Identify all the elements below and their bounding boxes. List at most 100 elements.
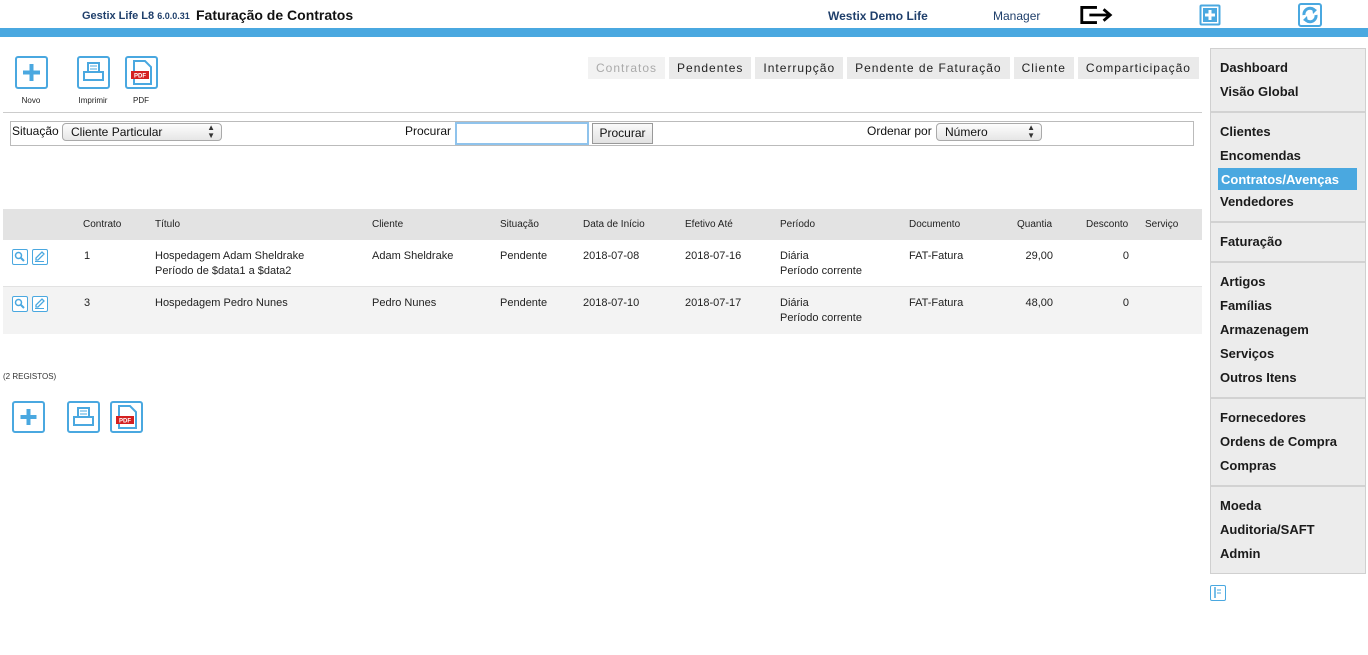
- sidebar-item-clientes[interactable]: Clientes: [1211, 120, 1365, 144]
- col-efetivo-ate[interactable]: Efetivo Até: [685, 219, 733, 230]
- plus-icon: [12, 401, 45, 433]
- col-quantia[interactable]: Quantia: [1017, 219, 1052, 230]
- add-icon[interactable]: [1192, 3, 1228, 27]
- cell-periodo-sub: Período corrente: [780, 312, 862, 324]
- cell-situacao: Pendente: [500, 250, 548, 262]
- print-button[interactable]: Imprimir: [76, 56, 110, 105]
- search-button[interactable]: Procurar: [592, 123, 653, 144]
- tab-cliente[interactable]: Cliente: [1013, 57, 1074, 79]
- cell-data-inicio: 2018-07-08: [583, 250, 640, 262]
- sidebar-item-compras[interactable]: Compras: [1211, 454, 1365, 478]
- sidebar-item-contratos-avencas[interactable]: Contratos/Avenças: [1218, 168, 1357, 190]
- col-contrato[interactable]: Contrato: [83, 219, 121, 230]
- tab-contratos[interactable]: Contratos: [588, 57, 666, 79]
- sidebar-item-encomendas[interactable]: Encomendas: [1211, 144, 1365, 168]
- sidebar-group: Fornecedores Ordens de Compra Compras: [1211, 399, 1365, 487]
- search-input[interactable]: [455, 122, 589, 145]
- tab-pendentes[interactable]: Pendentes: [669, 57, 752, 79]
- company-name: Westix Demo Life: [828, 9, 928, 23]
- sidebar-item-visao-global[interactable]: Visão Global: [1211, 80, 1365, 104]
- cell-titulo-sub: Período de $data1 a $data2: [155, 265, 292, 277]
- edit-icon[interactable]: [32, 249, 48, 265]
- cell-periodo: Diária: [780, 250, 809, 262]
- sidebar-item-ordens-compra[interactable]: Ordens de Compra: [1211, 430, 1365, 454]
- app-version: 6.0.0.31: [157, 11, 190, 21]
- col-servico[interactable]: Serviço: [1145, 219, 1178, 230]
- top-header: Gestix Life L8 6.0.0.31 Faturação de Con…: [0, 0, 1368, 28]
- divider: [3, 112, 1202, 113]
- app-name: Gestix Life L8 6.0.0.31: [82, 10, 190, 22]
- sidebar-item-moeda[interactable]: Moeda: [1211, 494, 1365, 518]
- cell-titulo: Hospedagem Adam Sheldrake: [155, 250, 305, 262]
- select-arrows-icon: ▲ ▼: [207, 123, 215, 140]
- sidebar-item-faturacao[interactable]: Faturação: [1211, 230, 1365, 254]
- col-situacao[interactable]: Situação: [500, 219, 539, 230]
- tab-pendente-faturacao[interactable]: Pendente de Faturação: [847, 57, 1010, 79]
- sidebar-group: Artigos Famílias Armazenagem Serviços Ou…: [1211, 263, 1365, 399]
- sidebar-item-fornecedores[interactable]: Fornecedores: [1211, 406, 1365, 430]
- pdf-button-bottom[interactable]: PDF: [110, 401, 143, 438]
- contracts-table: Contrato Título Cliente Situação Data de…: [3, 209, 1202, 334]
- tab-bar: Contratos Pendentes Interrupção Pendente…: [588, 57, 1199, 79]
- col-periodo[interactable]: Período: [780, 219, 815, 230]
- sidebar-group: Dashboard Visão Global: [1211, 49, 1365, 113]
- header-accent-bar: [0, 28, 1368, 37]
- sidebar-toggle-icon[interactable]: [1210, 585, 1226, 601]
- col-data-inicio[interactable]: Data de Início: [583, 219, 645, 230]
- tab-interrupcao[interactable]: Interrupção: [755, 57, 844, 79]
- cell-documento: FAT-Fatura: [909, 297, 964, 309]
- edit-icon[interactable]: [32, 296, 48, 312]
- table-header: Contrato Título Cliente Situação Data de…: [3, 209, 1202, 240]
- cell-periodo: Diária: [780, 297, 809, 309]
- logout-icon[interactable]: [1078, 3, 1114, 27]
- col-desconto[interactable]: Desconto: [1086, 219, 1128, 230]
- new-button-bottom[interactable]: [12, 401, 45, 438]
- cell-desconto: 0: [1122, 250, 1129, 262]
- cell-documento: FAT-Fatura: [909, 250, 964, 262]
- sidebar-item-dashboard[interactable]: Dashboard: [1211, 56, 1365, 80]
- plus-icon: [14, 56, 48, 89]
- new-button[interactable]: Novo: [14, 56, 48, 105]
- cell-contrato: 3: [84, 297, 91, 309]
- cell-situacao: Pendente: [500, 297, 548, 309]
- user-name[interactable]: Manager: [993, 9, 1040, 23]
- sidebar-group: Clientes Encomendas Contratos/Avenças Ve…: [1211, 113, 1365, 223]
- col-titulo[interactable]: Título: [155, 219, 180, 230]
- records-count: (2 REGISTOS): [3, 372, 57, 381]
- pdf-badge-text: PDF: [119, 419, 131, 425]
- view-icon[interactable]: [12, 296, 28, 312]
- tab-comparticipacao[interactable]: Comparticipação: [1077, 57, 1199, 79]
- situacao-label: Situação: [12, 124, 59, 138]
- sidebar-item-familias[interactable]: Famílias: [1211, 294, 1365, 318]
- sidebar-item-artigos[interactable]: Artigos: [1211, 270, 1365, 294]
- cell-cliente: Pedro Nunes: [372, 297, 437, 309]
- sidebar-item-admin[interactable]: Admin: [1211, 542, 1365, 566]
- select-arrows-icon: ▲ ▼: [1027, 123, 1035, 140]
- pdf-badge-text: PDF: [134, 74, 146, 80]
- ordenar-select[interactable]: Número ▲ ▼: [936, 123, 1042, 141]
- cell-efetivo-ate: 2018-07-16: [685, 250, 742, 262]
- cell-data-inicio: 2018-07-10: [583, 297, 640, 309]
- cell-contrato: 1: [84, 250, 91, 262]
- table-row: 3 Hospedagem Pedro Nunes Pedro Nunes Pen…: [3, 287, 1202, 334]
- cell-titulo: Hospedagem Pedro Nunes: [155, 297, 288, 309]
- situacao-select[interactable]: Cliente Particular ▲ ▼: [62, 123, 222, 141]
- print-button-bottom[interactable]: [67, 401, 100, 438]
- col-documento[interactable]: Documento: [909, 219, 960, 230]
- printer-icon: [76, 56, 110, 89]
- pdf-button[interactable]: PDF PDF: [124, 56, 158, 105]
- cell-quantia: 29,00: [1025, 250, 1053, 262]
- sidebar-item-servicos[interactable]: Serviços: [1211, 342, 1365, 366]
- sidebar-item-auditoria-saft[interactable]: Auditoria/SAFT: [1211, 518, 1365, 542]
- sidebar-item-armazenagem[interactable]: Armazenagem: [1211, 318, 1365, 342]
- filter-bar: Situação Cliente Particular ▲ ▼ Procurar …: [10, 121, 1194, 146]
- sidebar-item-vendedores[interactable]: Vendedores: [1211, 190, 1365, 214]
- cell-desconto: 0: [1122, 297, 1129, 309]
- ordenar-label: Ordenar por: [867, 124, 932, 138]
- refresh-icon[interactable]: [1292, 3, 1328, 27]
- view-icon[interactable]: [12, 249, 28, 265]
- col-cliente[interactable]: Cliente: [372, 219, 403, 230]
- sidebar-group: Moeda Auditoria/SAFT Admin: [1211, 487, 1365, 573]
- cell-periodo-sub: Período corrente: [780, 265, 862, 277]
- sidebar-item-outros-itens[interactable]: Outros Itens: [1211, 366, 1365, 390]
